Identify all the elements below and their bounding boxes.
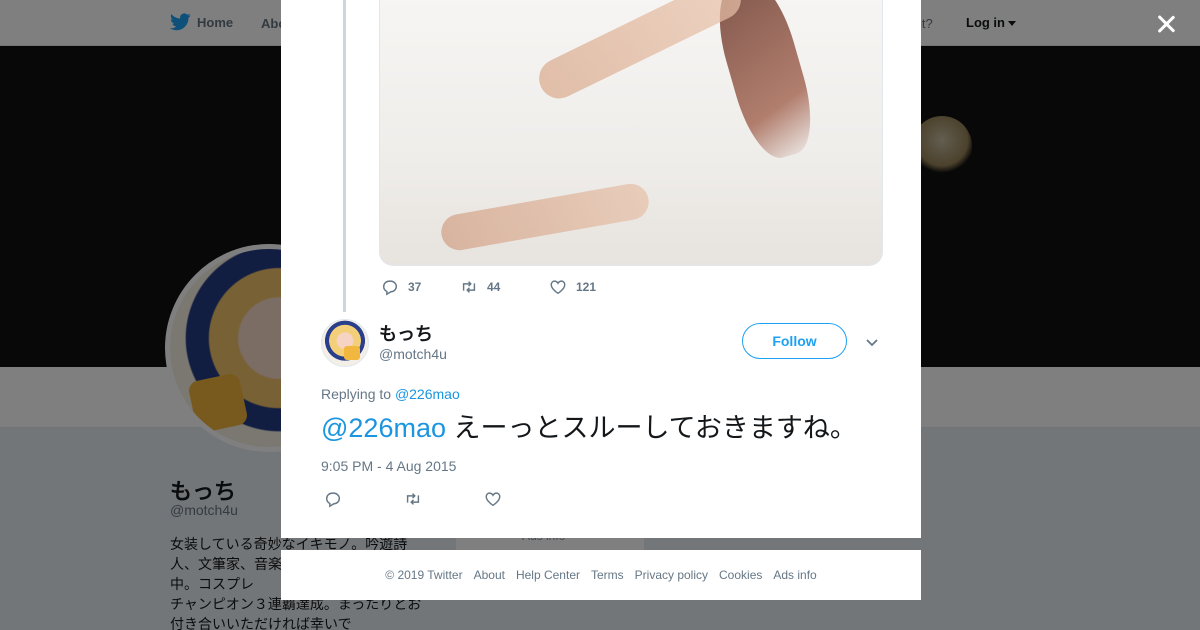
footer-link-terms[interactable]: Terms	[591, 568, 624, 582]
tweet-body: えーっとスルーしておきますね。	[445, 413, 857, 443]
close-icon[interactable]	[1152, 10, 1180, 38]
thread-connector-line	[343, 0, 346, 312]
reply-icon	[325, 492, 341, 508]
reply-count: 37	[408, 280, 422, 294]
retweet-icon	[462, 281, 476, 293]
reply-button[interactable]	[324, 490, 404, 508]
tweet-modal: 37 44 121 もっち @motch4u Follow Replying t…	[281, 0, 921, 538]
replying-to-prefix: Replying to	[321, 386, 392, 402]
more-options-button[interactable]	[863, 333, 881, 351]
replying-to: Replying to @226mao	[321, 386, 460, 402]
retweet-count: 44	[487, 280, 501, 294]
reply-icon	[382, 280, 398, 296]
photo-detail	[532, 0, 748, 106]
tweet-photo[interactable]	[379, 0, 883, 266]
like-icon	[485, 492, 501, 507]
reply-tweet-actions	[324, 490, 564, 508]
avatar-badge	[344, 346, 360, 360]
footer-link-privacy[interactable]: Privacy policy	[635, 568, 708, 582]
modal-footer: © 2019 Twitter About Help Center Terms P…	[281, 550, 921, 600]
like-icon	[550, 280, 566, 295]
reply-author-name[interactable]: もっち	[379, 320, 433, 346]
reply-author-avatar[interactable]	[321, 319, 369, 367]
footer-link-cookies[interactable]: Cookies	[719, 568, 762, 582]
reply-author-handle[interactable]: @motch4u	[379, 346, 447, 362]
footer-link-ads-info[interactable]: Ads info	[773, 568, 816, 582]
photo-detail	[706, 0, 824, 166]
like-button[interactable]: 121	[549, 278, 596, 296]
footer-link-about[interactable]: About	[474, 568, 505, 582]
retweet-icon	[406, 493, 420, 505]
tweet-text: @226mao えーっとスルーしておきますね。	[321, 410, 857, 446]
photo-detail	[438, 181, 652, 253]
reply-button[interactable]: 37	[381, 278, 460, 296]
footer-links: © 2019 Twitter About Help Center Terms P…	[281, 568, 921, 582]
footer-link-help-center[interactable]: Help Center	[516, 568, 580, 582]
tweet-mention[interactable]: @226mao	[321, 413, 446, 443]
chevron-down-icon	[866, 339, 878, 347]
retweet-button[interactable]	[404, 490, 484, 508]
follow-button[interactable]: Follow	[742, 323, 847, 359]
like-button[interactable]	[484, 490, 564, 508]
footer-copyright: © 2019 Twitter	[385, 568, 463, 582]
like-count: 121	[576, 280, 597, 294]
retweet-button[interactable]: 44	[460, 278, 549, 296]
parent-tweet-actions: 37 44 121	[381, 278, 596, 296]
tweet-timestamp[interactable]: 9:05 PM - 4 Aug 2015	[321, 458, 456, 474]
replying-to-handle[interactable]: @226mao	[395, 386, 460, 402]
